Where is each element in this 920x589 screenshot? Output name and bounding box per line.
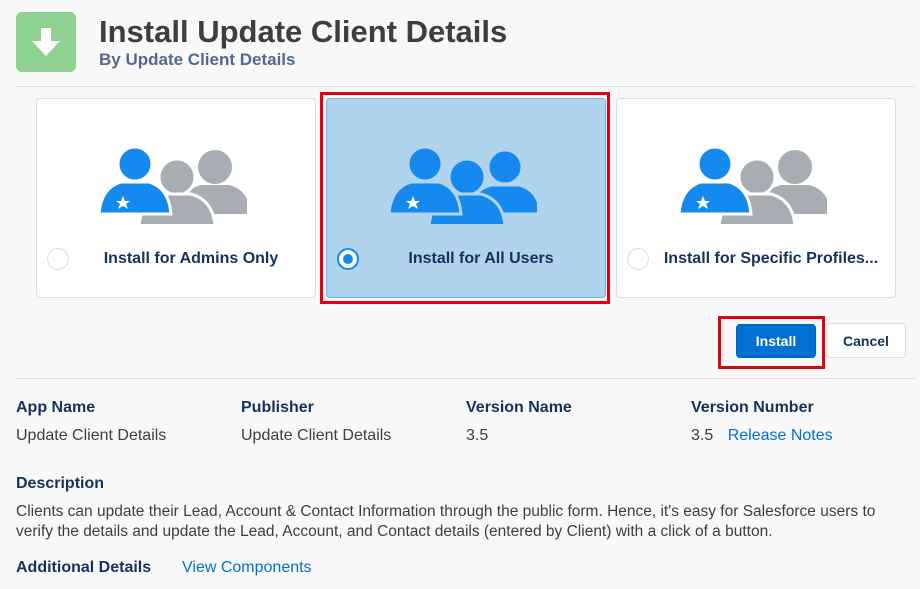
version-number-label: Version Number bbox=[691, 399, 814, 416]
install-button[interactable]: Install bbox=[736, 324, 816, 358]
publisher-section: Publisher Update Client Details bbox=[241, 399, 391, 445]
option-label: Install for Specific Profiles... bbox=[663, 250, 879, 267]
users-group-icon bbox=[97, 145, 247, 224]
version-number-section: Version Number 3.5 Release Notes bbox=[691, 399, 833, 445]
page-header: Install Update Client Details By Update … bbox=[16, 12, 896, 72]
option-specific-profiles[interactable]: Install for Specific Profiles... bbox=[616, 98, 896, 298]
option-label: Install for All Users bbox=[408, 250, 554, 267]
release-notes-link[interactable]: Release Notes bbox=[728, 427, 833, 444]
users-group-icon bbox=[677, 145, 827, 224]
version-name-value: 3.5 bbox=[466, 427, 489, 444]
app-name-value: Update Client Details bbox=[16, 427, 167, 444]
version-name-section: Version Name 3.5 bbox=[466, 399, 572, 445]
page-subtitle: By Update Client Details bbox=[99, 50, 296, 69]
radio-all-users[interactable] bbox=[337, 248, 359, 270]
page-title: Install Update Client Details bbox=[99, 14, 508, 49]
radio-specific-profiles[interactable] bbox=[627, 248, 649, 270]
option-label: Install for Admins Only bbox=[103, 250, 279, 267]
version-number-value: 3.5 bbox=[691, 427, 714, 444]
description-label: Description bbox=[16, 475, 105, 492]
download-arrow-icon bbox=[16, 12, 76, 72]
header-divider bbox=[16, 86, 915, 87]
users-group-icon bbox=[387, 145, 537, 224]
version-number-row: 3.5 Release Notes bbox=[691, 427, 833, 445]
version-name-label: Version Name bbox=[466, 399, 572, 416]
view-components-link[interactable]: View Components bbox=[182, 559, 312, 577]
app-name-section: App Name Update Client Details bbox=[16, 399, 166, 445]
app-name-label: App Name bbox=[16, 399, 96, 416]
cancel-button[interactable]: Cancel bbox=[826, 323, 906, 358]
publisher-label: Publisher bbox=[241, 399, 314, 416]
description-text: Clients can update their Lead, Account &… bbox=[16, 503, 876, 540]
details-divider bbox=[16, 378, 915, 379]
publisher-value: Update Client Details bbox=[241, 427, 392, 444]
option-admins-only[interactable]: Install for Admins Only bbox=[36, 98, 316, 298]
additional-details-label: Additional Details bbox=[16, 559, 152, 576]
radio-admins-only[interactable] bbox=[47, 248, 69, 270]
option-all-users[interactable]: Install for All Users bbox=[326, 98, 606, 298]
